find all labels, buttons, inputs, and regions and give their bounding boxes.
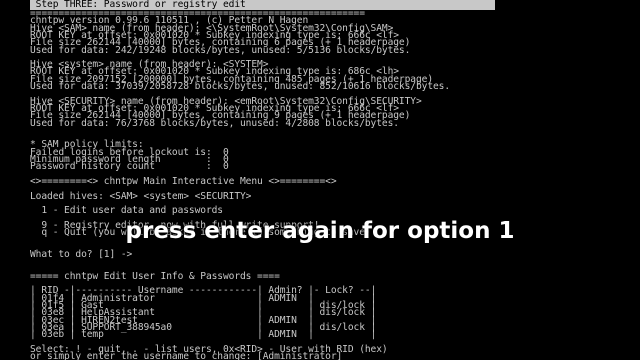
- terminal-line: Used for data: 76/3768 blocks/bytes, unu…: [30, 117, 399, 129]
- terminal-line: 1 - Edit user data and passwords: [30, 205, 223, 217]
- terminal-line: <>========<> chntpw Main Interactive Men…: [30, 175, 337, 187]
- terminal-line: or simply enter the username to change: …: [30, 351, 354, 360]
- terminal-line: Used for data: 37039/2058728 blocks/byte…: [30, 81, 451, 92]
- terminal-line: Password history count : 0: [30, 161, 229, 173]
- video-caption: press enter again for option 1: [125, 218, 515, 244]
- terminal-window[interactable]: Step THREE: Password or registry edit ==…: [26, 0, 616, 360]
- terminal-line: ===== chntpw Edit User Info & Passwords …: [30, 270, 280, 282]
- terminal-line: Used for data: 242/19248 blocks/bytes, u…: [30, 44, 411, 56]
- terminal-line: | 03eb | temp | ADMIN | |: [30, 329, 377, 341]
- terminal-line: What to do? [1] ->: [30, 248, 133, 260]
- terminal-line: Loaded hives: <SAM> <system> <SECURITY>: [30, 190, 252, 202]
- video-frame: Step THREE: Password or registry edit ==…: [0, 0, 640, 360]
